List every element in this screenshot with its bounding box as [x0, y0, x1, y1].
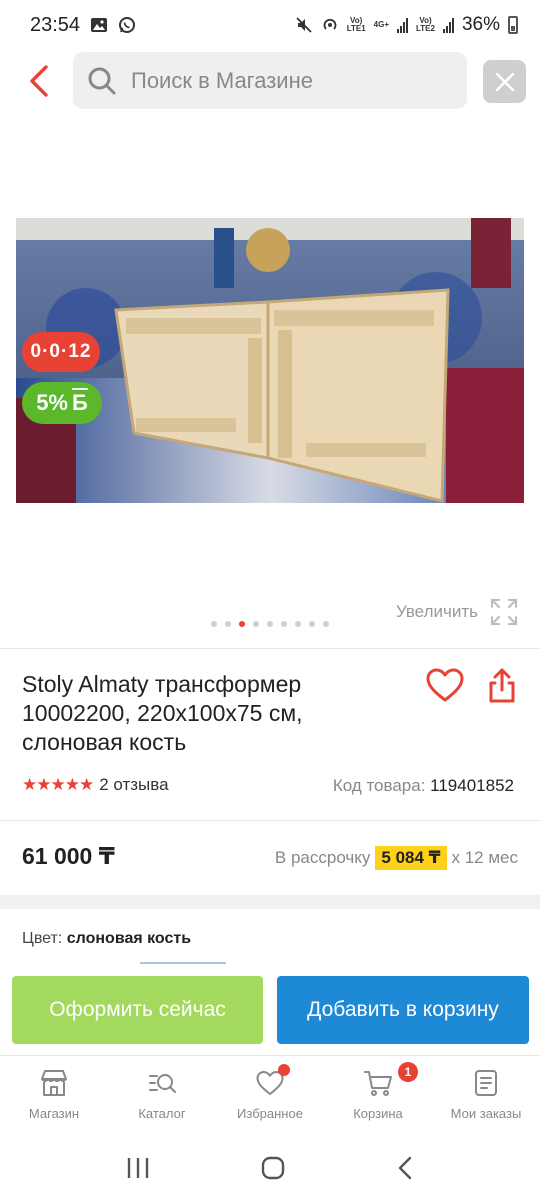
close-icon	[495, 72, 514, 91]
pagination-dot[interactable]	[323, 621, 329, 627]
back-arrow-icon[interactable]	[24, 64, 56, 98]
recent-apps-icon[interactable]	[125, 1156, 151, 1180]
bonus-percent: 5%	[36, 390, 68, 415]
network-type: 4G+	[373, 20, 389, 29]
installment-amount: 5 084 ₸	[375, 846, 447, 870]
buy-now-button[interactable]: Оформить сейчас	[12, 976, 263, 1044]
pagination-dot[interactable]	[253, 621, 259, 627]
installment-info[interactable]: В рассрочку 5 084 ₸ х 12 мес	[275, 846, 518, 870]
tab-label: Каталог	[138, 1106, 186, 1121]
tab-label: Мои заказы	[450, 1106, 522, 1121]
tab-shop[interactable]: Магазин	[0, 1056, 108, 1135]
status-bar: 23:54 Vo) LTE1 4G+ Vo) LTE2 36%	[0, 0, 540, 50]
divider	[0, 820, 540, 821]
whatsapp-icon	[119, 17, 136, 33]
rating-row[interactable]: ★★★★★ 2 отзыва	[22, 775, 169, 795]
color-swatch-selected[interactable]	[140, 962, 226, 964]
tab-orders[interactable]: Мои заказы	[432, 1056, 540, 1135]
favorites-indicator-dot	[278, 1064, 290, 1076]
favorite-heart-icon[interactable]	[425, 666, 465, 706]
product-code-value: 119401852	[430, 776, 514, 795]
battery-icon	[508, 16, 518, 34]
add-to-cart-button[interactable]: Добавить в корзину	[277, 976, 529, 1044]
bonus-badge: 5% Б	[22, 382, 102, 424]
mute-icon	[296, 17, 312, 33]
pagination-dot[interactable]	[295, 621, 301, 627]
sim1-label: Vo) LTE1	[346, 16, 366, 33]
clear-search-button[interactable]	[483, 60, 526, 103]
gallery-icon	[91, 18, 108, 32]
pagination-dot[interactable]	[239, 621, 245, 627]
color-label: Цвет:	[22, 930, 63, 947]
product-code: Код товара: 119401852	[333, 776, 514, 796]
product-title: Stoly Almaty трансформер 10002200, 220х1…	[22, 671, 303, 755]
pagination-dot[interactable]	[309, 621, 315, 627]
back-icon[interactable]	[395, 1155, 415, 1181]
shop-icon	[41, 1070, 67, 1096]
reviews-link[interactable]: 2 отзыва	[99, 775, 168, 795]
orders-list-icon	[475, 1070, 497, 1096]
tab-favorites[interactable]: Избранное	[216, 1056, 324, 1135]
home-icon[interactable]	[260, 1155, 286, 1181]
cart-count-badge: 1	[398, 1062, 418, 1082]
search-input[interactable]: Поиск в Магазине	[73, 52, 467, 109]
search-placeholder: Поиск в Магазине	[131, 67, 313, 93]
product-price: 61 000 ₸	[22, 843, 115, 869]
tab-label: Магазин	[28, 1106, 80, 1121]
zoom-label: Увеличить	[396, 602, 478, 621]
product-code-label: Код товара:	[332, 776, 426, 795]
pagination-dot[interactable]	[267, 621, 273, 627]
tab-label: Избранное	[237, 1106, 303, 1121]
tab-cart[interactable]: 1 Корзина	[324, 1056, 432, 1135]
status-time: 23:54	[30, 13, 81, 36]
rating-stars: ★★★★★	[22, 775, 94, 794]
installment-badge: 0·0·12	[22, 332, 100, 372]
cart-icon	[364, 1071, 392, 1096]
pagination-dot[interactable]	[211, 621, 217, 627]
pagination-dot[interactable]	[281, 621, 287, 627]
tab-label: Корзина	[353, 1106, 403, 1121]
search-row: Поиск в Магазине	[0, 52, 540, 110]
search-icon	[88, 67, 116, 94]
color-value: слоновая кость	[66, 930, 192, 947]
signal-icon	[397, 17, 408, 33]
catalog-search-icon	[149, 1074, 176, 1093]
pagination-dot[interactable]	[225, 621, 231, 627]
divider	[0, 648, 540, 649]
battery-percent: 36%	[461, 14, 500, 35]
signal-icon-2	[442, 17, 454, 33]
system-nav-bar	[0, 1135, 540, 1200]
sim2-label: Vo) LTE2	[416, 16, 435, 33]
hotspot-icon	[323, 18, 337, 30]
section-separator	[0, 895, 540, 909]
tab-catalog[interactable]: Каталог	[108, 1056, 216, 1135]
color-selector: Цвет: слоновая кость	[22, 930, 191, 948]
share-icon[interactable]	[482, 666, 522, 706]
bonus-symbol: Б	[71, 390, 88, 415]
installment-term: х 12 мес	[451, 848, 519, 867]
gallery-pagination	[0, 621, 540, 627]
installment-prefix: В рассрочку	[274, 848, 371, 867]
bottom-tab-bar: Магазин Каталог Избранное 1 Корзина Мои …	[0, 1055, 540, 1135]
product-gallery[interactable]: 0·0·12 5% Б Увеличить	[0, 110, 540, 648]
